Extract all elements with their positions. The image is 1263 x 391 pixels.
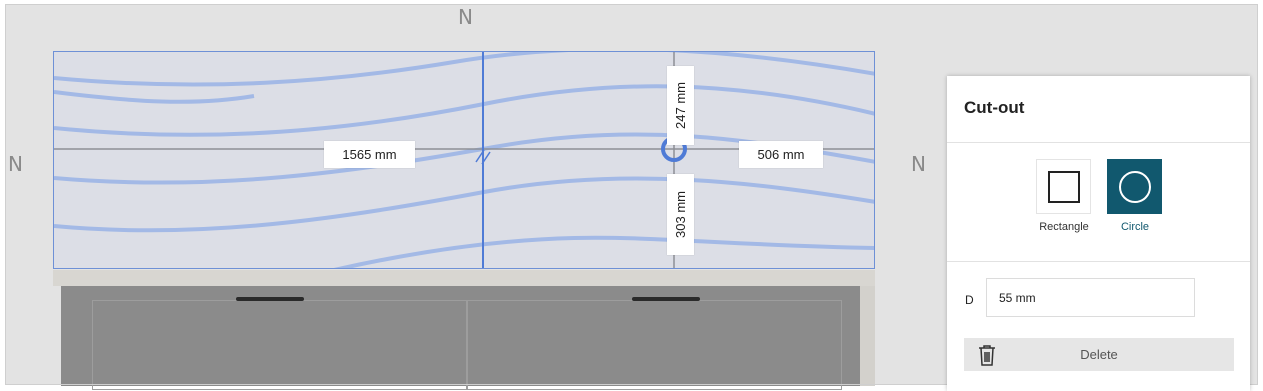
panel-title: Cut-out bbox=[964, 98, 1025, 117]
cabinet-door bbox=[467, 300, 842, 390]
divider bbox=[947, 261, 1250, 262]
door-handle bbox=[632, 297, 700, 301]
dimension-bottom[interactable]: 303 mm bbox=[667, 174, 694, 255]
cabinet-side-panel bbox=[860, 286, 875, 386]
delete-button[interactable]: Delete bbox=[964, 338, 1234, 371]
circle-outline-icon bbox=[1118, 170, 1151, 203]
trash-icon bbox=[979, 345, 995, 366]
cabinet-door bbox=[92, 300, 467, 390]
cutout-panel: Cut-out Rectangle Circle D Delete bbox=[947, 76, 1250, 391]
divider bbox=[947, 142, 1250, 143]
dimension-right-value: 506 mm bbox=[757, 147, 805, 162]
north-arrow-icon: N bbox=[8, 152, 23, 176]
dimension-bottom-value: 303 mm bbox=[673, 191, 688, 238]
north-arrow-icon: N bbox=[458, 5, 473, 29]
dimension-right[interactable]: 506 mm bbox=[739, 141, 823, 168]
north-arrow-icon: N bbox=[911, 152, 926, 176]
diameter-input[interactable] bbox=[986, 278, 1195, 317]
door-handle bbox=[236, 297, 304, 301]
square-outline-icon bbox=[1047, 170, 1080, 203]
delete-label: Delete bbox=[1080, 347, 1118, 362]
dimension-top[interactable]: 247 mm bbox=[667, 66, 694, 145]
cabinet-top-edge bbox=[53, 270, 875, 286]
rectangle-shape-label: Rectangle bbox=[1039, 221, 1089, 233]
circle-shape-label: Circle bbox=[1120, 221, 1150, 233]
dimension-left-value: 1565 mm bbox=[342, 147, 397, 162]
circle-shape-button[interactable] bbox=[1107, 159, 1162, 214]
dimension-top-value: 247 mm bbox=[673, 82, 688, 129]
diameter-label: D bbox=[965, 293, 974, 307]
dimension-left[interactable]: 1565 mm bbox=[324, 141, 415, 168]
rectangle-shape-button[interactable] bbox=[1036, 159, 1091, 214]
